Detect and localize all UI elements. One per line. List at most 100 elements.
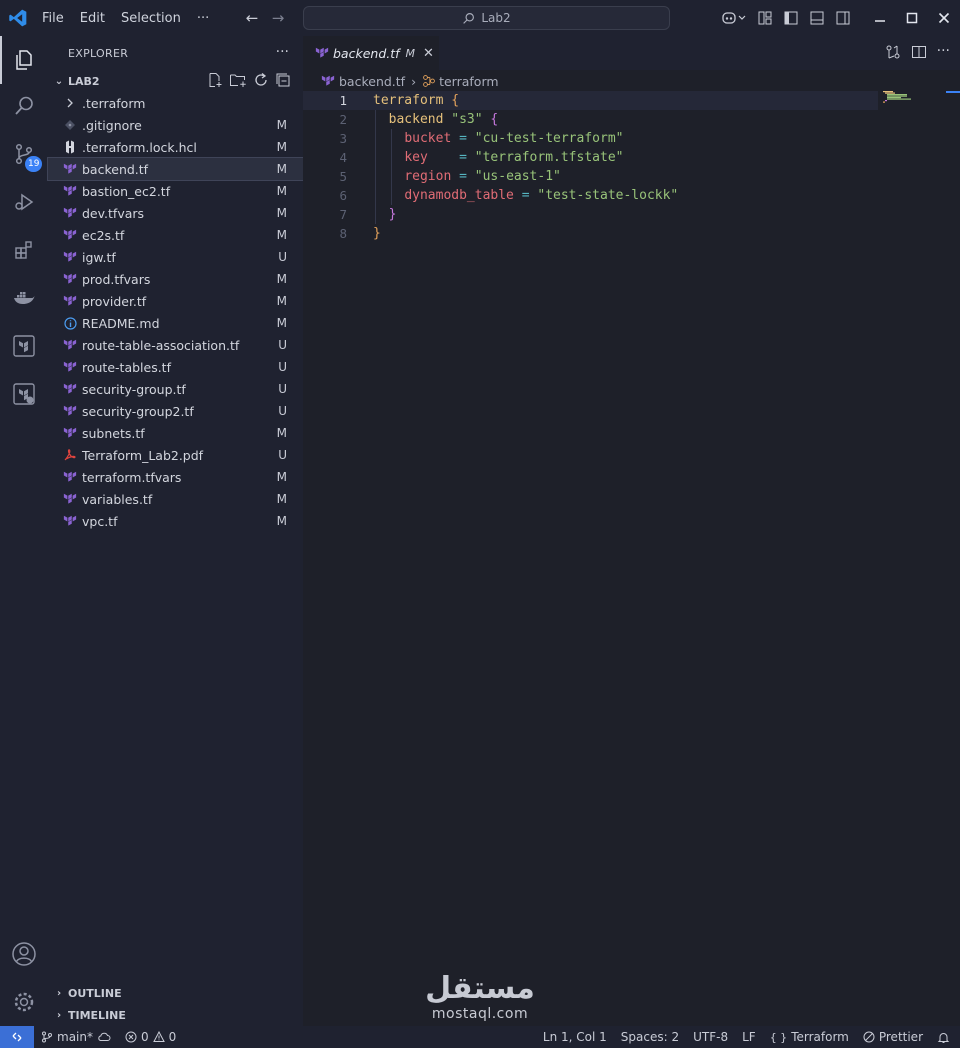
docker-icon[interactable]: [0, 274, 48, 322]
file-item[interactable]: prod.tfvars M: [48, 268, 303, 290]
file-git-status: M: [276, 184, 287, 198]
file-name: .gitignore: [82, 117, 142, 133]
file-item[interactable]: dev.tfvars M: [48, 202, 303, 224]
file-item[interactable]: bastion_ec2.tf M: [48, 180, 303, 202]
close-window-icon[interactable]: [928, 0, 960, 36]
file-item[interactable]: route-tables.tf U: [48, 356, 303, 378]
back-arrow-icon[interactable]: ←: [244, 8, 260, 28]
file-item[interactable]: README.md M: [48, 312, 303, 334]
chevron-right-icon[interactable]: [62, 95, 78, 111]
refresh-icon[interactable]: [253, 72, 269, 88]
terraform-icon: [62, 491, 78, 507]
editor-more-icon[interactable]: ···: [937, 44, 950, 60]
open-changes-icon[interactable]: [885, 44, 901, 60]
terraform-icon: [62, 249, 78, 265]
formatter-indicator[interactable]: Prettier: [856, 1030, 930, 1044]
prettier-status-icon: [863, 1031, 875, 1043]
menu-edit[interactable]: Edit: [72, 11, 113, 26]
token-brace: }: [388, 207, 397, 222]
info-icon: [62, 315, 78, 331]
remote-indicator-icon[interactable]: [0, 1026, 34, 1048]
terraform-file-icon: [321, 75, 335, 86]
split-editor-icon[interactable]: [911, 44, 927, 60]
tab-backend-tf[interactable]: backend.tf M ✕: [303, 36, 439, 70]
close-icon[interactable]: ✕: [423, 46, 434, 61]
file-item[interactable]: security-group.tf U: [48, 378, 303, 400]
file-name: .terraform: [82, 95, 146, 111]
timeline-section[interactable]: › TIMELINE: [48, 1004, 303, 1026]
source-control-icon[interactable]: 19: [0, 130, 48, 178]
account-icon[interactable]: [0, 930, 48, 978]
watermark: مستقل mostaql.com: [420, 972, 540, 1023]
file-name: security-group.tf: [82, 381, 186, 397]
file-item[interactable]: igw.tf U: [48, 246, 303, 268]
menu-more[interactable]: ···: [189, 11, 217, 26]
explorer-icon[interactable]: [0, 36, 48, 84]
file-item[interactable]: backend.tf M: [47, 157, 304, 181]
file-item[interactable]: .gitignore M: [48, 114, 303, 136]
command-center-search[interactable]: Lab2: [303, 6, 670, 30]
code-editor[interactable]: 1 terraform { 2 backend "s3" { 3 bucket …: [303, 91, 960, 243]
language-mode[interactable]: { } Terraform: [763, 1030, 856, 1044]
minimize-icon[interactable]: [864, 0, 896, 36]
search-icon[interactable]: [0, 82, 48, 130]
tab-status: M: [405, 46, 416, 60]
branch-indicator[interactable]: main*: [34, 1030, 118, 1044]
file-item[interactable]: terraform.tfvars M: [48, 466, 303, 488]
file-git-status: M: [276, 316, 287, 330]
terraform-icon: [62, 161, 78, 177]
file-item[interactable]: variables.tf M: [48, 488, 303, 510]
forward-arrow-icon[interactable]: →: [270, 8, 286, 28]
problems-indicator[interactable]: 0 0: [118, 1030, 183, 1044]
file-item[interactable]: vpc.tf M: [48, 510, 303, 532]
settings-gear-icon[interactable]: [0, 978, 48, 1026]
maximize-icon[interactable]: [896, 0, 928, 36]
file-item[interactable]: security-group2.tf U: [48, 400, 303, 422]
chevron-right-icon: ›: [56, 1009, 62, 1021]
file-item[interactable]: route-table-association.tf U: [48, 334, 303, 356]
token-operator: =: [459, 169, 467, 184]
file-git-status: M: [276, 514, 287, 528]
breadcrumb-file[interactable]: backend.tf: [339, 74, 405, 89]
hcl-icon: [62, 139, 78, 155]
tab-label: backend.tf: [333, 45, 400, 61]
breadcrumb-symbol[interactable]: terraform: [439, 74, 498, 89]
encoding[interactable]: UTF-8: [686, 1030, 735, 1044]
indentation[interactable]: Spaces: 2: [614, 1030, 686, 1044]
file-item[interactable]: .terraform: [48, 92, 303, 114]
explorer-more-icon[interactable]: ···: [276, 44, 289, 60]
file-item[interactable]: ec2s.tf M: [48, 224, 303, 246]
terraform-icon: [62, 205, 78, 221]
toggle-secondary-sidebar-icon[interactable]: [830, 0, 856, 36]
file-item[interactable]: provider.tf M: [48, 290, 303, 312]
new-file-icon[interactable]: [207, 72, 223, 88]
cloud-sync-icon[interactable]: [97, 1031, 111, 1043]
cursor-position[interactable]: Ln 1, Col 1: [536, 1030, 614, 1044]
end-of-line[interactable]: LF: [735, 1030, 763, 1044]
menu-file[interactable]: File: [34, 11, 72, 26]
collapse-all-icon[interactable]: [275, 72, 291, 88]
file-item[interactable]: Terraform_Lab2.pdf U: [48, 444, 303, 466]
token-attribute: bucket: [404, 131, 452, 146]
toggle-panel-icon[interactable]: [804, 0, 830, 36]
minimap[interactable]: [883, 91, 928, 103]
file-item[interactable]: .terraform.lock.hcl M: [48, 136, 303, 158]
terraform-cloud-icon[interactable]: [0, 370, 48, 418]
extensions-icon[interactable]: [0, 226, 48, 274]
notifications-bell-icon[interactable]: [930, 1031, 960, 1044]
token-keyword: backend: [388, 112, 444, 127]
new-folder-icon[interactable]: [229, 72, 247, 88]
file-git-status: U: [278, 404, 287, 418]
file-name: provider.tf: [82, 293, 147, 309]
line-number: 2: [339, 112, 347, 127]
menu-selection[interactable]: Selection: [113, 11, 189, 26]
run-debug-icon[interactable]: [0, 178, 48, 226]
copilot-icon[interactable]: [716, 0, 752, 36]
file-item[interactable]: subnets.tf M: [48, 422, 303, 444]
layout-customize-icon[interactable]: [752, 0, 778, 36]
terraform-icon[interactable]: [0, 322, 48, 370]
toggle-primary-sidebar-icon[interactable]: [778, 0, 804, 36]
outline-section[interactable]: › OUTLINE: [48, 982, 303, 1004]
file-name: igw.tf: [82, 249, 116, 265]
folder-header[interactable]: ⌄ LAB2: [48, 70, 303, 92]
